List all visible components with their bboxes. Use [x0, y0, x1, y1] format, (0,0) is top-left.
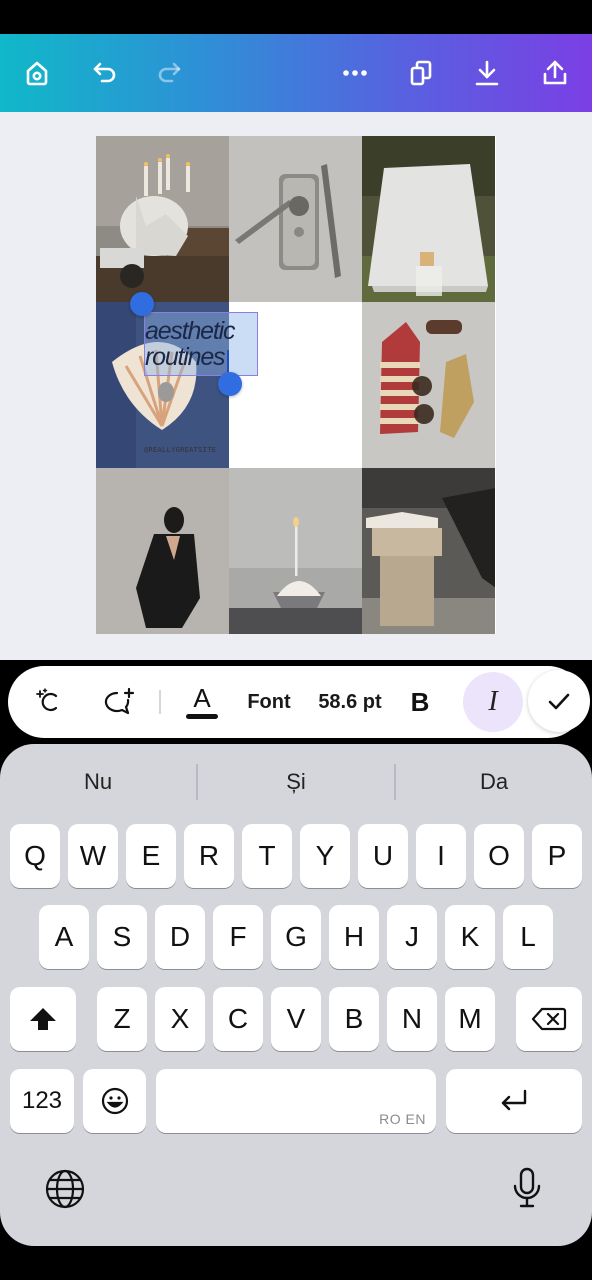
pages-icon[interactable]	[402, 54, 440, 92]
canva-editor: aesthetic routines @REALLYGREATSITE A Fo…	[0, 0, 592, 1280]
photo-candles-gift[interactable]	[96, 136, 229, 302]
top-toolbar	[0, 34, 592, 112]
italic-button[interactable]: I	[463, 666, 523, 738]
key-q[interactable]: Q	[10, 824, 60, 888]
key-g[interactable]: G	[271, 905, 321, 969]
site-handle-text[interactable]: @REALLYGREATSITE	[144, 446, 216, 454]
navigation-bar	[0, 1246, 592, 1280]
status-bar	[0, 0, 592, 34]
headline-line1[interactable]: aesthetic	[145, 317, 235, 345]
text-color-letter: A	[193, 683, 211, 713]
key-w[interactable]: W	[68, 824, 118, 888]
key-n[interactable]: N	[387, 987, 437, 1051]
enter-key[interactable]	[446, 1069, 582, 1133]
key-z[interactable]: Z	[97, 987, 147, 1051]
redo-icon[interactable]	[150, 54, 188, 92]
key-f[interactable]: F	[213, 905, 263, 969]
key-c[interactable]: C	[213, 987, 263, 1051]
key-l[interactable]: L	[503, 905, 553, 969]
text-color-button[interactable]: A	[176, 666, 228, 738]
suggestion-3[interactable]: Da	[396, 744, 592, 820]
key-r[interactable]: R	[184, 824, 234, 888]
key-u[interactable]: U	[358, 824, 408, 888]
bold-button[interactable]: B	[400, 666, 440, 738]
format-divider	[159, 690, 161, 714]
key-t[interactable]: T	[242, 824, 292, 888]
key-s[interactable]: S	[97, 905, 147, 969]
photo-book-bench[interactable]	[362, 468, 495, 634]
key-a[interactable]: A	[39, 905, 89, 969]
photo-draped-chair[interactable]	[362, 136, 495, 302]
key-e[interactable]: E	[126, 824, 176, 888]
shift-icon	[30, 1008, 56, 1030]
suggestion-2[interactable]: Și	[198, 744, 394, 820]
numbers-key[interactable]: 123	[10, 1069, 74, 1133]
share-icon[interactable]	[536, 54, 574, 92]
key-d[interactable]: D	[155, 905, 205, 969]
download-icon[interactable]	[468, 54, 506, 92]
font-size-button[interactable]: 58.6 pt	[308, 666, 392, 738]
text-cursor	[227, 350, 229, 372]
globe-icon[interactable]	[42, 1166, 88, 1212]
done-button[interactable]	[528, 670, 590, 732]
photo-striped-top[interactable]	[362, 302, 495, 468]
key-k[interactable]: K	[445, 905, 495, 969]
space-language-label: RO EN	[379, 1111, 426, 1127]
undo-icon[interactable]	[86, 54, 124, 92]
key-v[interactable]: V	[271, 987, 321, 1051]
photo-woman-blazer[interactable]	[96, 468, 229, 634]
font-button[interactable]: Font	[236, 666, 302, 738]
enter-icon	[501, 1089, 527, 1111]
emoji-key[interactable]	[83, 1069, 146, 1133]
on-screen-keyboard: Nu Și Da Q W E R T Y U I O P A S D F G H…	[0, 744, 592, 1246]
checkmark-icon	[548, 693, 570, 710]
emoji-icon	[101, 1087, 128, 1115]
key-b[interactable]: B	[329, 987, 379, 1051]
key-j[interactable]: J	[387, 905, 437, 969]
font-label: Font	[247, 690, 291, 713]
design-page[interactable]	[96, 136, 496, 634]
selection-handle-start[interactable]	[130, 292, 154, 316]
canvas-workspace: aesthetic routines @REALLYGREATSITE	[0, 112, 592, 660]
space-key[interactable]: RO EN	[156, 1069, 436, 1133]
headline-line2[interactable]: routines	[145, 343, 226, 371]
add-comment-icon[interactable]	[90, 666, 148, 738]
magic-write-icon[interactable]	[20, 666, 78, 738]
suggestion-1[interactable]: Nu	[0, 744, 196, 820]
more-icon[interactable]	[336, 54, 374, 92]
text-format-bar: A Font 58.6 pt B I	[8, 666, 590, 738]
bold-label: B	[410, 686, 430, 717]
font-size-value: 58.6 pt	[318, 690, 382, 713]
selection-handle-end[interactable]	[218, 372, 242, 396]
microphone-icon[interactable]	[504, 1162, 550, 1214]
selected-text-box[interactable]: aesthetic routines	[144, 312, 258, 376]
italic-label: I	[488, 686, 498, 717]
photo-candle-dessert[interactable]	[229, 468, 362, 634]
key-x[interactable]: X	[155, 987, 205, 1051]
key-h[interactable]: H	[329, 905, 379, 969]
key-y[interactable]: Y	[300, 824, 350, 888]
key-m[interactable]: M	[445, 987, 495, 1051]
key-i[interactable]: I	[416, 824, 466, 888]
backspace-key[interactable]	[516, 987, 582, 1051]
key-o[interactable]: O	[474, 824, 524, 888]
home-icon[interactable]	[18, 54, 56, 92]
shift-key[interactable]	[10, 987, 76, 1051]
text-color-swatch	[186, 714, 218, 719]
key-p[interactable]: P	[532, 824, 582, 888]
backspace-icon	[531, 1007, 567, 1031]
photo-cutlery-tray[interactable]	[229, 136, 362, 302]
